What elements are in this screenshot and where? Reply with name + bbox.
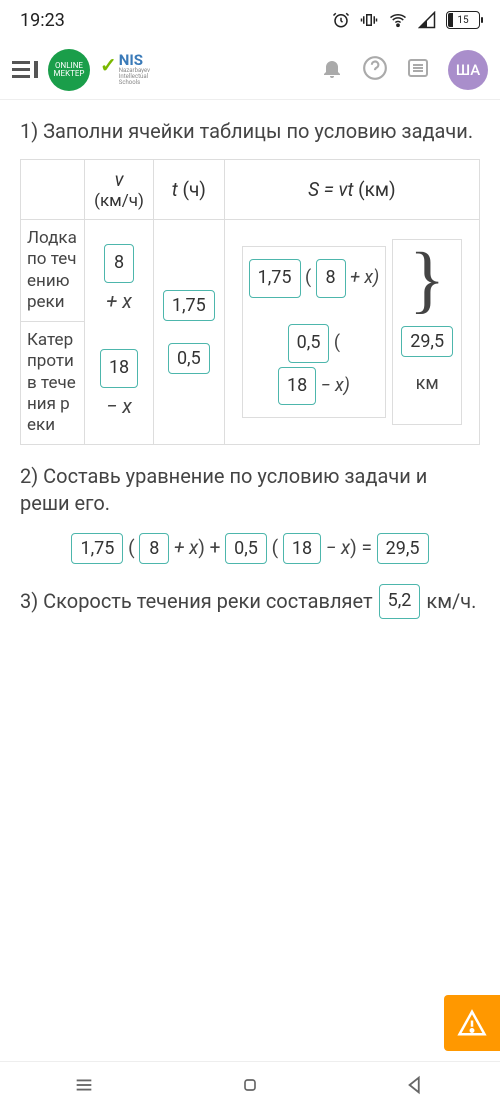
eq-c1[interactable]: 1,75 — [71, 533, 123, 564]
nis-check-icon: ✓ — [100, 53, 117, 77]
distance-cells: 1,75 ( 8 + x) 0,5 ( 18 − x) } 2 — [224, 220, 479, 445]
home-button[interactable] — [240, 1075, 260, 1099]
s1-num-input[interactable]: 8 — [316, 259, 346, 298]
th-distance: S = vt (км) — [224, 160, 479, 220]
th-velocity: v (км/ч) — [85, 160, 154, 220]
s2-coef-input[interactable]: 0,5 — [288, 324, 330, 363]
warning-fab[interactable] — [444, 995, 500, 1051]
task3-value[interactable]: 5,2 — [379, 584, 421, 618]
equation: 1,75 ( 8 + x) + 0,5 ( 18 − x) = 29,5 — [20, 531, 480, 566]
s2-num-input[interactable]: 18 — [278, 367, 316, 406]
th-s-eq: = vt — [324, 178, 354, 201]
avatar[interactable]: ША — [448, 50, 488, 90]
help-icon[interactable] — [362, 55, 388, 85]
eq-c2[interactable]: 0,5 — [225, 533, 267, 564]
v1-opvar: + x — [106, 289, 132, 313]
s-total-box: } 29,5 км — [392, 239, 462, 425]
lesson-content: 1) Заполни ячейки таблицы по условию зад… — [0, 100, 500, 621]
v2-input[interactable]: 18 — [100, 349, 138, 388]
status-icons: 15 — [332, 11, 480, 29]
back-button[interactable] — [405, 1074, 427, 1100]
avatar-initials: ША — [456, 61, 480, 79]
problem-table: v (км/ч) t (ч) S = vt (км) Лодка по тече… — [20, 159, 480, 445]
task3-prefix: 3) Скорость течения реки составляет — [20, 588, 373, 615]
nis-sub3: Schools — [119, 80, 150, 86]
velocity-cells: 8 + x 18 − x — [85, 220, 154, 445]
v2-opvar: − x — [106, 394, 132, 418]
nis-main-text: NIS — [119, 53, 150, 68]
eq-n1[interactable]: 8 — [139, 533, 169, 564]
logo-text-line2: MEKTEP — [54, 70, 85, 78]
th-v-unit: (км/ч) — [91, 191, 147, 211]
s1-rest: + x) — [350, 267, 379, 288]
th-t-unit: (ч) — [182, 178, 205, 201]
task3-suffix: км/ч. — [426, 588, 476, 615]
v1-input[interactable]: 8 — [104, 244, 134, 283]
th-blank — [21, 160, 85, 220]
recent-apps-button[interactable] — [73, 1074, 95, 1100]
s1-coef-input[interactable]: 1,75 — [249, 259, 301, 298]
android-nav-bar — [0, 1061, 500, 1111]
eq-n2[interactable]: 18 — [283, 533, 321, 564]
online-mektep-logo[interactable]: ONLINE MEKTEP — [48, 49, 90, 91]
th-v-var: v — [115, 168, 124, 191]
wifi-icon — [388, 11, 408, 29]
th-s-var: S — [308, 178, 319, 201]
signal-icon — [418, 11, 436, 29]
battery-text: 15 — [457, 15, 468, 26]
total-input[interactable]: 29,5 — [401, 326, 453, 357]
task1-prompt: 1) Заполни ячейки таблицы по условию зад… — [20, 118, 480, 145]
vibrate-icon — [360, 11, 378, 29]
android-status-bar: 19:23 15 — [0, 0, 500, 40]
s2-rest: − x) — [321, 375, 350, 396]
status-time: 19:23 — [20, 10, 65, 31]
total-unit: км — [416, 373, 439, 394]
row1-label: Лодка по течению реки — [21, 220, 85, 322]
row2-label: Катер против течения реки — [21, 322, 85, 445]
t2-input[interactable]: 0,5 — [168, 343, 210, 374]
app-header: ONLINE MEKTEP ✓ NIS Nazarbayev Intellect… — [0, 40, 500, 100]
list-icon[interactable] — [406, 56, 430, 84]
bell-icon[interactable] — [320, 56, 344, 84]
nis-logo[interactable]: ✓ NIS Nazarbayev Intellectual Schools — [100, 53, 150, 86]
battery-icon: 15 — [446, 11, 480, 29]
th-time: t (ч) — [153, 160, 224, 220]
brace-icon: } — [409, 250, 445, 310]
task2-prompt: 2) Составь уравнение по условию задачи и… — [20, 463, 480, 517]
time-cells: 1,75 0,5 — [153, 220, 224, 445]
th-t-var: t — [172, 178, 178, 201]
th-s-unit: (км) — [358, 178, 395, 201]
menu-button[interactable] — [12, 61, 38, 78]
t1-input[interactable]: 1,75 — [163, 290, 215, 321]
s-expressions: 1,75 ( 8 + x) 0,5 ( 18 − x) — [242, 246, 387, 418]
task3-line: 3) Скорость течения реки составляет 5,2 … — [20, 582, 480, 620]
alarm-icon — [332, 11, 350, 29]
eq-rhs[interactable]: 29,5 — [377, 533, 429, 564]
